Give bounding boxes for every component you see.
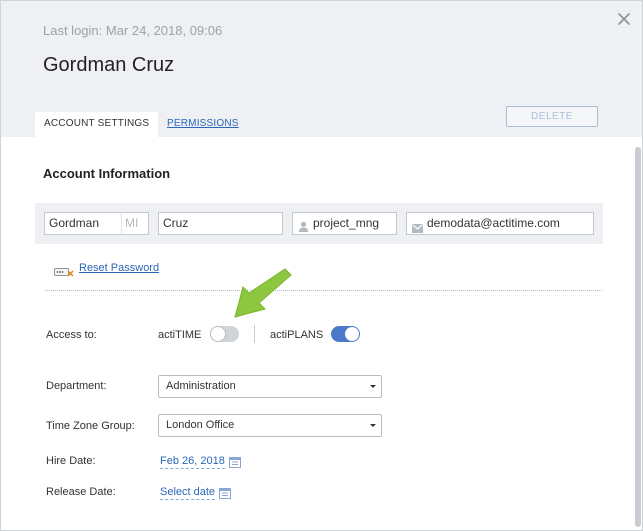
close-icon[interactable] xyxy=(616,11,632,27)
hire-date-picker[interactable]: Feb 26, 2018 xyxy=(160,455,225,469)
calendar-icon[interactable] xyxy=(229,455,241,473)
email-value: demodata@actitime.com xyxy=(427,216,560,230)
annotation-arrow-icon xyxy=(229,263,293,328)
email-field[interactable]: demodata@actitime.com xyxy=(406,212,594,235)
actiplans-label: actiPLANS xyxy=(270,329,324,341)
toggle-knob xyxy=(211,327,225,341)
envelope-icon xyxy=(412,219,423,233)
delete-button[interactable]: DELETE xyxy=(506,106,598,127)
chevron-down-icon xyxy=(370,385,376,388)
tab-account-settings[interactable]: ACCOUNT SETTINGS xyxy=(35,112,159,137)
section-divider xyxy=(45,290,602,291)
release-date-label: Release Date: xyxy=(46,486,116,498)
hire-date-label: Hire Date: xyxy=(46,455,96,467)
username-value: project_mng xyxy=(313,216,380,230)
reset-password-link[interactable]: Reset Password xyxy=(79,262,159,274)
time-zone-group-label: Time Zone Group: xyxy=(46,420,135,432)
middle-initial-field[interactable]: MI xyxy=(121,212,149,235)
actitime-toggle[interactable] xyxy=(210,326,239,342)
department-label: Department: xyxy=(46,380,107,392)
department-select[interactable]: Administration xyxy=(158,375,382,398)
tab-permissions[interactable]: PERMISSIONS xyxy=(158,112,248,137)
dialog-header: Last login: Mar 24, 2018, 09:06 Gordman … xyxy=(1,1,642,137)
username-field[interactable]: project_mng xyxy=(292,212,397,235)
calendar-icon[interactable] xyxy=(219,486,231,504)
account-information-heading: Account Information xyxy=(43,166,171,181)
chevron-down-icon xyxy=(370,424,376,427)
department-value: Administration xyxy=(166,380,236,392)
last-name-field[interactable]: Cruz xyxy=(158,212,283,235)
first-name-field[interactable]: Gordman xyxy=(44,212,122,235)
actitime-label: actiTIME xyxy=(158,329,202,341)
user-profile-dialog: Last login: Mar 24, 2018, 09:06 Gordman … xyxy=(0,0,643,531)
password-key-icon xyxy=(54,264,74,282)
user-icon xyxy=(298,218,309,232)
actiplans-toggle[interactable] xyxy=(331,326,360,342)
time-zone-group-value: London Office xyxy=(166,419,235,431)
access-to-label: Access to: xyxy=(46,329,97,341)
last-login-text: Last login: Mar 24, 2018, 09:06 xyxy=(43,23,223,38)
release-date-picker[interactable]: Select date xyxy=(160,486,216,500)
time-zone-group-select[interactable]: London Office xyxy=(158,414,382,437)
scrollbar[interactable] xyxy=(635,147,641,527)
user-name-title: Gordman Cruz xyxy=(43,54,175,76)
toggle-knob xyxy=(345,327,359,341)
